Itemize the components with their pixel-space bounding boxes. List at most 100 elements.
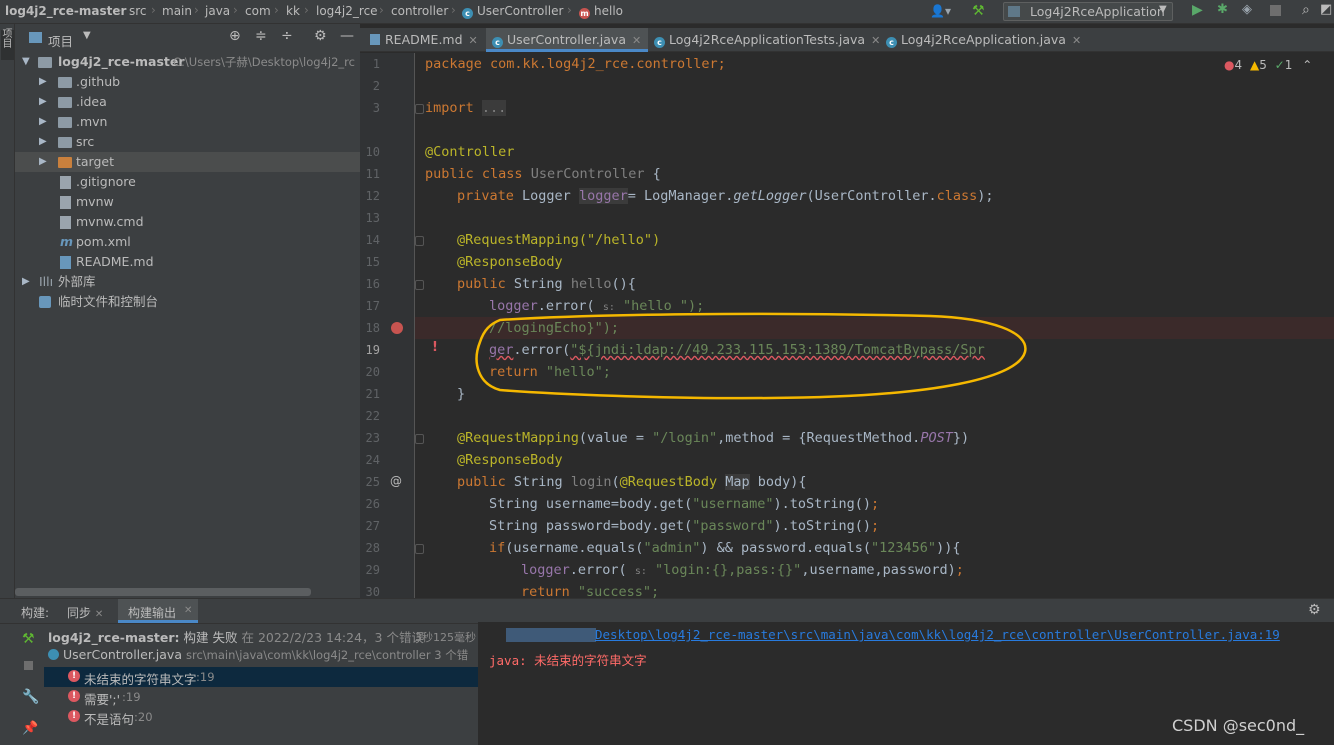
- chevron-down-icon[interactable]: ▼: [83, 30, 91, 41]
- tab-label: Log4j2RceApplicationTests.java: [669, 32, 866, 47]
- tab-application[interactable]: c Log4j2RceApplication.java ✕: [880, 28, 1081, 52]
- ide-logo-icon[interactable]: ◩: [1320, 2, 1332, 17]
- chevron-up-icon[interactable]: ⌃: [1302, 58, 1312, 72]
- fold-icon[interactable]: [415, 104, 424, 114]
- tab-build-output[interactable]: 构建输出 ✕: [118, 599, 198, 623]
- tree-item-scratches[interactable]: 临时文件和控制台: [15, 292, 360, 312]
- tab-sync[interactable]: 同步 ✕: [67, 604, 103, 621]
- tree-item-readme[interactable]: README.md: [15, 252, 360, 272]
- tab-user-controller[interactable]: c UserController.java ✕: [486, 28, 648, 52]
- run-icon[interactable]: ▶: [1192, 2, 1203, 18]
- tab-readme[interactable]: README.md ✕: [364, 28, 484, 52]
- stop-icon[interactable]: [1270, 5, 1281, 16]
- tree-item-label: mvnw: [76, 194, 114, 209]
- error-line: :20: [134, 710, 153, 724]
- collapse-all-icon[interactable]: ÷: [281, 28, 293, 44]
- breadcrumb-kk[interactable]: kk: [286, 4, 300, 18]
- folded-import[interactable]: ...: [481, 100, 507, 116]
- breadcrumb-java[interactable]: java: [205, 4, 230, 18]
- project-panel-title[interactable]: 项目: [48, 31, 73, 50]
- tree-item-target[interactable]: ▶ target: [15, 152, 360, 172]
- inspection-widget[interactable]: ●4 ▲5 ✓1 ⌃: [1224, 58, 1312, 72]
- chevron-down-icon: ▼: [1159, 4, 1167, 15]
- code-line: if(username.equals("admin") && password.…: [489, 540, 961, 556]
- breadcrumb-src[interactable]: src: [129, 4, 147, 18]
- error-bulb-icon[interactable]: !: [432, 340, 438, 355]
- tree-item-mvnw-cmd[interactable]: mvnw.cmd: [15, 212, 360, 232]
- expand-all-icon[interactable]: ≑: [255, 28, 267, 44]
- build-error-row[interactable]: ! 需要';' :19: [44, 687, 478, 707]
- tree-item-idea[interactable]: ▶ .idea: [15, 92, 360, 112]
- error-icon: !: [68, 710, 80, 722]
- tree-item-mvn[interactable]: ▶ .mvn: [15, 112, 360, 132]
- annotation-stroke: [475, 312, 1027, 400]
- run-config-select[interactable]: Log4j2RceApplication ▼: [1003, 2, 1173, 21]
- close-icon[interactable]: ✕: [871, 34, 880, 47]
- pin-icon[interactable]: 📌: [22, 721, 38, 736]
- breakpoint-icon[interactable]: [391, 322, 403, 334]
- close-icon[interactable]: ✕: [1072, 34, 1081, 47]
- code-line: @ResponseBody: [457, 251, 563, 273]
- close-icon[interactable]: ✕: [95, 609, 103, 620]
- gear-icon[interactable]: ⚙: [314, 28, 327, 44]
- tree-item-external-libs[interactable]: ▶ Illı 外部库: [15, 272, 360, 292]
- locate-icon[interactable]: ⊕: [229, 28, 241, 44]
- tree-item-src[interactable]: ▶ src: [15, 132, 360, 152]
- line-number: 1: [372, 57, 380, 71]
- gear-icon[interactable]: ⚙: [1308, 602, 1321, 618]
- wrench-icon[interactable]: 🔧: [22, 689, 39, 705]
- tree-item-gitignore[interactable]: .gitignore: [15, 172, 360, 192]
- tree-item-github[interactable]: ▶ .github: [15, 72, 360, 92]
- stop-icon[interactable]: [24, 661, 33, 670]
- code-text: package com.kk.log4j2_rce.controller;: [425, 56, 726, 72]
- markdown-file-icon: [60, 256, 71, 269]
- close-icon[interactable]: ✕: [184, 605, 192, 616]
- build-hammer-icon[interactable]: ⚒: [22, 631, 35, 647]
- hide-icon[interactable]: —: [340, 28, 354, 44]
- breadcrumb-com[interactable]: com: [245, 4, 271, 18]
- build-hammer-icon[interactable]: ⚒: [972, 3, 985, 19]
- chevron-right-icon: ›: [233, 3, 238, 17]
- fold-icon[interactable]: [415, 544, 424, 554]
- fold-icon[interactable]: [415, 434, 424, 444]
- breadcrumb-package[interactable]: log4j2_rce: [316, 4, 378, 18]
- breadcrumb-class[interactable]: c UserController: [462, 4, 563, 19]
- chevron-right-icon: ›: [379, 3, 384, 17]
- class-icon: c: [492, 37, 503, 48]
- mapping-gutter-icon[interactable]: @: [390, 474, 402, 488]
- output-file-link[interactable]: Desktop\log4j2_rce-master\src\main\java\…: [595, 627, 1330, 642]
- chevron-right-icon: ▶: [39, 116, 47, 127]
- build-panel-label: 构建:: [21, 606, 50, 620]
- build-error-row[interactable]: ! 不是语句 :20: [44, 707, 478, 727]
- project-stripe-button[interactable]: 项目: [1, 30, 14, 60]
- code-line: logger.error( s: "login:{},pass:{}",user…: [521, 562, 964, 578]
- build-error-row[interactable]: ! 未结束的字符串文字 :19: [44, 667, 478, 687]
- breadcrumb-project[interactable]: log4j2_rce-master: [5, 4, 126, 18]
- line-number: 25: [365, 475, 380, 489]
- line-number: 24: [365, 453, 380, 467]
- application-icon: [1008, 6, 1020, 17]
- tree-item-mvnw[interactable]: mvnw: [15, 192, 360, 212]
- build-summary-row[interactable]: log4j2_rce-master: 构建 失败 在 2022/2/23 14:…: [48, 627, 478, 647]
- code-text: import: [425, 100, 474, 116]
- tree-item-pom[interactable]: m pom.xml: [15, 232, 360, 252]
- coverage-icon[interactable]: ◈: [1242, 2, 1252, 17]
- fold-icon[interactable]: [415, 280, 424, 290]
- tab-label: 同步: [67, 606, 92, 620]
- search-icon[interactable]: ⌕: [1302, 2, 1310, 18]
- close-icon[interactable]: ✕: [632, 34, 641, 47]
- user-icon[interactable]: 👤▾: [930, 4, 951, 18]
- debug-icon[interactable]: ✱: [1217, 2, 1228, 17]
- fold-icon[interactable]: [415, 236, 424, 246]
- chevron-right-icon: ▶: [39, 136, 47, 147]
- build-file-row[interactable]: UserController.java src\main\java\com\kk…: [48, 647, 478, 667]
- horizontal-scrollbar[interactable]: [15, 588, 311, 596]
- breadcrumb-controller[interactable]: controller: [391, 4, 448, 18]
- breadcrumb-main[interactable]: main: [162, 4, 192, 18]
- tree-root[interactable]: ▼ log4j2_rce-master C:\Users\子赫\Desktop\…: [15, 52, 360, 72]
- breadcrumb-method[interactable]: m hello: [579, 4, 623, 19]
- tab-label: README.md: [385, 32, 463, 47]
- code-text: "123456": [871, 540, 937, 556]
- close-icon[interactable]: ✕: [469, 34, 478, 47]
- tab-tests[interactable]: c Log4j2RceApplicationTests.java ✕: [648, 28, 880, 52]
